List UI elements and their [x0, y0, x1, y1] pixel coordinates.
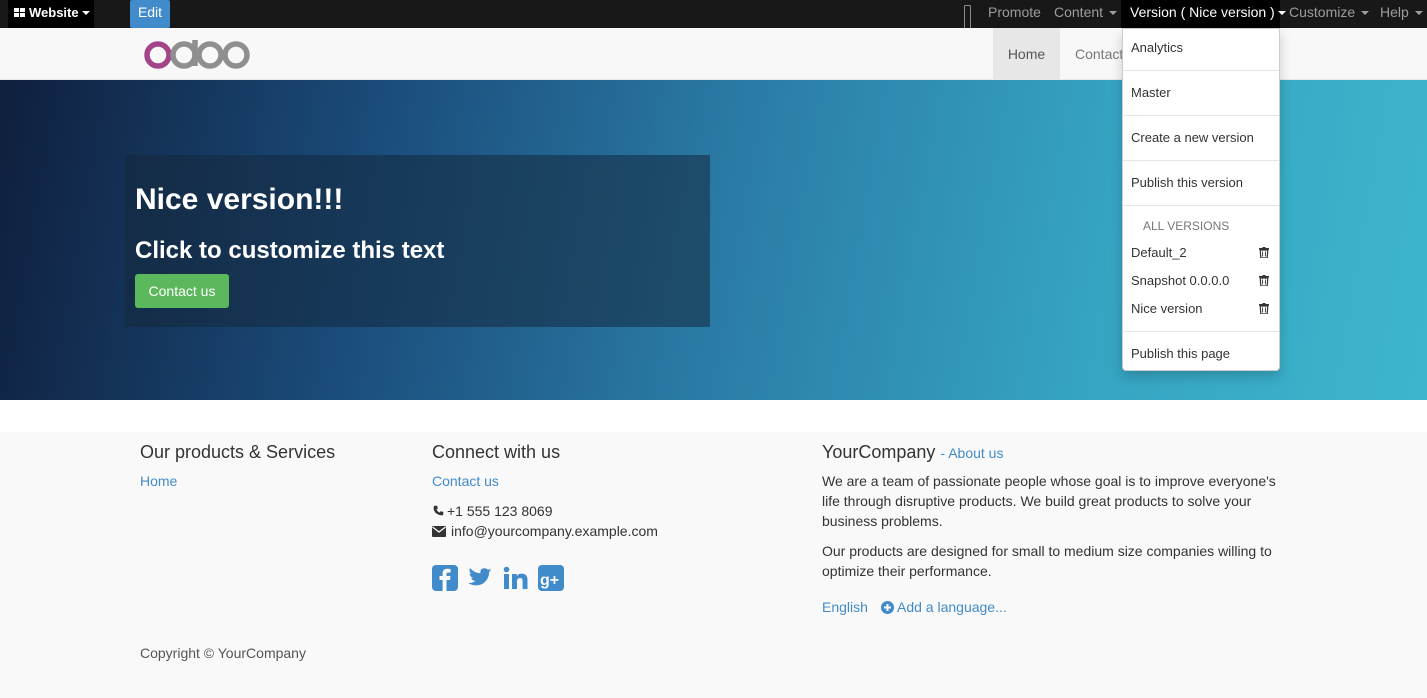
dropdown-divider — [1123, 205, 1279, 206]
envelope-icon — [432, 526, 446, 537]
footer-contact-link[interactable]: Contact us — [432, 473, 499, 489]
odoo-logo[interactable] — [143, 40, 253, 72]
footer-connect-heading: Connect with us — [432, 442, 561, 462]
version-dropdown: Analytics Master Create a new version Pu… — [1122, 28, 1280, 371]
trash-icon[interactable] — [1259, 247, 1269, 258]
dropdown-divider — [1123, 115, 1279, 116]
footer-company-name: YourCompany — [822, 442, 936, 462]
content-menu-label: Content — [1054, 4, 1104, 20]
dropdown-item-master[interactable]: Master — [1131, 85, 1171, 100]
section-spacer — [0, 400, 1427, 432]
svg-text:g+: g+ — [540, 572, 559, 589]
footer: Our products & Services Home Connect wit… — [0, 432, 1427, 698]
linkedin-icon[interactable] — [503, 565, 529, 591]
footer-products-heading: Our products & Services — [140, 442, 336, 462]
version-menu-label: Version ( Nice version ) — [1130, 4, 1275, 20]
grid-icon — [14, 8, 26, 18]
footer-about-paragraph-1: We are a team of passionate people whose… — [822, 473, 1276, 529]
help-menu-label: Help — [1380, 4, 1409, 20]
nav-contact-link[interactable]: Contact — [1075, 28, 1123, 80]
website-menu-label: Website — [29, 5, 79, 20]
google-plus-icon[interactable]: g+ — [538, 565, 564, 591]
content-menu[interactable]: Content — [1054, 0, 1118, 28]
dropdown-item-publish-version[interactable]: Publish this version — [1131, 175, 1243, 190]
caret-down-icon — [1361, 11, 1370, 16]
admin-bar: Website Edit Promote Content Version ( N… — [0, 0, 1427, 33]
hero-title[interactable]: Nice version!!! — [135, 183, 343, 217]
footer-company-heading: YourCompany - About us — [822, 442, 1003, 463]
customize-menu-label: Customize — [1289, 4, 1356, 20]
footer-about-paragraph-2: Our products are designed for small to m… — [822, 543, 1272, 579]
footer-about-link[interactable]: - About us — [940, 445, 1003, 461]
hero-text-box: Nice version!!! Click to customize this … — [125, 155, 710, 327]
customize-menu[interactable]: Customize — [1289, 0, 1370, 28]
phone-icon — [433, 505, 444, 516]
dropdown-version-default-2[interactable]: Default_2 — [1131, 245, 1187, 260]
dropdown-version-snapshot[interactable]: Snapshot 0.0.0.0 — [1131, 273, 1229, 288]
hero-subtitle[interactable]: Click to customize this text — [135, 237, 444, 265]
edit-button[interactable]: Edit — [130, 0, 170, 28]
facebook-icon[interactable] — [432, 565, 458, 591]
website-menu[interactable]: Website — [8, 0, 94, 28]
dropdown-divider — [1123, 331, 1279, 332]
promote-menu[interactable]: Promote — [988, 0, 1041, 28]
footer-language-english[interactable]: English — [822, 599, 868, 615]
nav-home-link[interactable]: Home — [993, 28, 1060, 80]
trash-icon[interactable] — [1259, 303, 1269, 314]
dropdown-version-nice-version[interactable]: Nice version — [1131, 301, 1203, 316]
footer-add-language-link[interactable]: Add a language... — [897, 599, 1007, 615]
hero-contact-button[interactable]: Contact us — [135, 274, 229, 308]
dropdown-header-all-versions: ALL VERSIONS — [1143, 219, 1230, 233]
caret-down-icon — [1277, 11, 1286, 16]
footer-phone: +1 555 123 8069 — [447, 503, 553, 519]
help-menu[interactable]: Help — [1380, 0, 1423, 28]
caret-down-icon — [81, 11, 90, 16]
dropdown-item-publish-page[interactable]: Publish this page — [1131, 346, 1230, 361]
footer-email: info@yourcompany.example.com — [451, 523, 658, 539]
footer-copyright: Copyright © YourCompany — [140, 645, 306, 661]
caret-down-icon — [1414, 11, 1423, 16]
caret-down-icon — [1109, 11, 1118, 16]
dropdown-divider — [1123, 70, 1279, 71]
dropdown-divider — [1123, 160, 1279, 161]
dropdown-item-create-version[interactable]: Create a new version — [1131, 130, 1254, 145]
version-menu[interactable]: Version ( Nice version ) — [1121, 0, 1286, 28]
twitter-icon[interactable] — [467, 565, 493, 591]
dropdown-item-analytics[interactable]: Analytics — [1131, 40, 1183, 55]
trash-icon[interactable] — [1259, 275, 1269, 286]
footer-home-link[interactable]: Home — [140, 473, 177, 489]
plus-circle-icon[interactable] — [881, 601, 894, 614]
